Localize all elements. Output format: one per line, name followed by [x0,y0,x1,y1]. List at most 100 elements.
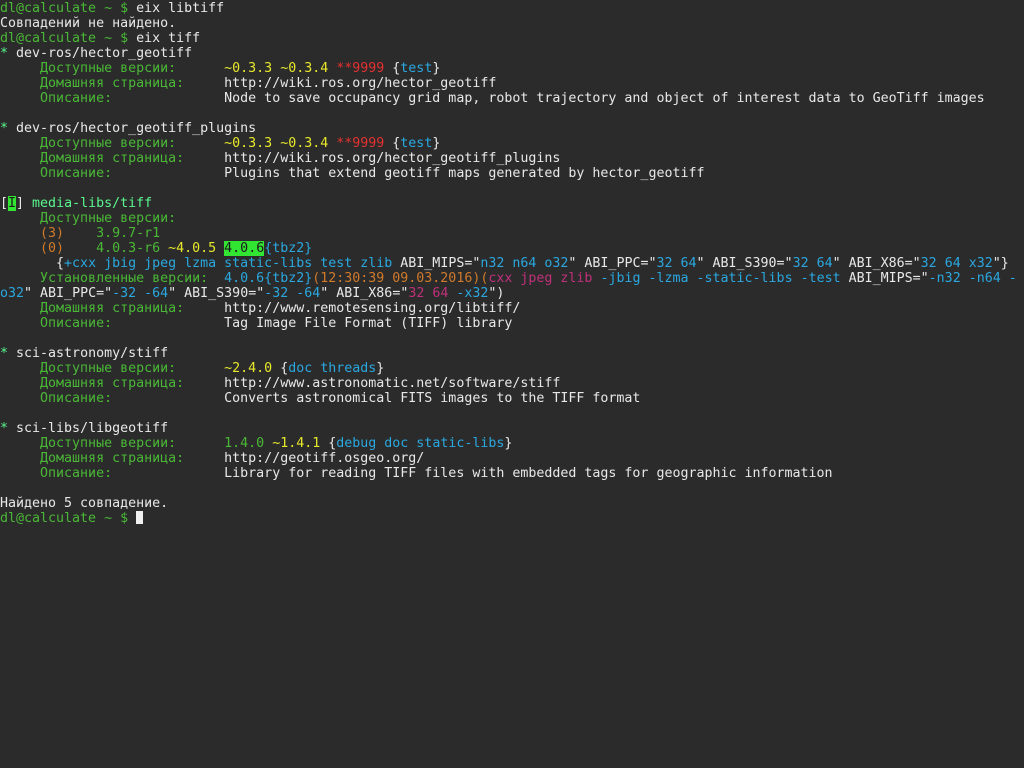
terminal-text-segment: Домашняя страница: [0,451,225,466]
terminal-text-segment: test [400,61,433,76]
terminal-text-segment: **9999 [336,136,385,151]
terminal-text-segment: Описание: [0,466,225,481]
terminal-text-segment: sci-astronomy/stiff [8,346,169,361]
terminal-text-segment: Домашняя страница: [0,376,225,391]
terminal-text-segment: Установленные версии: [0,271,225,286]
terminal-line: * dev-ros/hector_geotiff_plugins [0,121,1024,136]
terminal-line: Установленные версии: 4.0.6{tbz2}(12:30:… [0,271,1024,286]
terminal-text-segment: { [384,61,401,76]
terminal-text-segment: {tbz2} [264,241,313,256]
terminal-text-segment: ~0.3.3 ~0.3.4 [224,136,337,151]
terminal-text-segment: debug doc static-libs [336,436,505,451]
terminal-text-segment: ] [16,196,33,211]
terminal-text-segment: sci-libs/libgeotiff [8,421,169,436]
terminal-text-segment: " ABI_S390=" [696,256,793,271]
terminal-text-segment: 4.0.6{tbz2} [224,271,313,286]
terminal-text-segment: Library for reading TIFF files with embe… [224,466,833,481]
terminal-text-segment: { [0,256,65,271]
terminal-line: Описание: Tag Image File Format (TIFF) l… [0,316,1024,331]
terminal-text-segment: Описание: [0,91,225,106]
terminal-text-segment: Домашняя страница: [0,76,225,91]
terminal-text-segment: ~0.3.3 ~0.3.4 [224,61,337,76]
terminal-line: dl@calculate ~ $ eix libtiff [0,1,1024,16]
terminal-text-segment: eix tiff [136,31,201,46]
terminal-line: {+cxx jbig jpeg lzma static-libs test zl… [0,256,1024,271]
terminal-text-segment: * [0,121,9,136]
terminal-line: * sci-libs/libgeotiff [0,421,1024,436]
terminal-line: Домашняя страница: http://geotiff.osgeo.… [0,451,1024,466]
terminal-text-segment: http://www.remotesensing.org/libtiff/ [224,301,521,316]
terminal-text-segment: ") [488,286,505,301]
terminal-text-segment: " ABI_PPC=" [568,256,657,271]
terminal-line: Домашняя страница: http://wiki.ros.org/h… [0,151,1024,166]
terminal-text-segment: } [504,436,513,451]
terminal-text-segment: Совпадений не найдено. [0,16,177,31]
terminal-text-segment: 32 64 [792,256,833,271]
terminal-text-segment: dev-ros/hector_geotiff_plugins [8,121,257,136]
terminal-text-segment: dl@calculate ~ $ [0,511,137,526]
terminal-text-segment: -jbig -lzma -static-libs -test [592,271,841,286]
terminal-text-segment: Converts astronomical FITS images to the… [224,391,641,406]
terminal-text-segment: **9999 [336,61,385,76]
terminal-line: dl@calculate ~ $ eix tiff [0,31,1024,46]
terminal-text-segment: (12:30:39 09.03.2016) [312,271,481,286]
terminal-text-segment: } [432,136,441,151]
terminal-line: Доступные версии: ~0.3.3 ~0.3.4 **9999 {… [0,136,1024,151]
terminal-text-segment: (0) [0,241,97,256]
terminal-line: Доступные версии: ~0.3.3 ~0.3.4 **9999 {… [0,61,1024,76]
terminal-line: Доступные версии: [0,211,1024,226]
terminal-text-segment: "} [992,256,1009,271]
terminal-text-segment: Найдено 5 совпадение. [0,496,169,511]
terminal-text-segment: 32 64 x32 [920,256,993,271]
text-cursor [136,511,144,524]
terminal-line: o32" ABI_PPC="-32 -64" ABI_S390="-32 -64… [0,286,1024,301]
terminal-text-segment: Доступные версии: [0,136,225,151]
terminal-text-segment: 32 64 [656,256,697,271]
terminal-text-segment: 32 64 [408,286,449,301]
terminal-text-segment: " ABI_PPC=" [24,286,113,301]
terminal-text-segment: Доступные версии: [0,61,225,76]
terminal-text-segment: 4.0.3-r6 [96,241,161,256]
terminal-text-segment: -32 -64 [264,286,321,301]
terminal-line: * sci-astronomy/stiff [0,346,1024,361]
terminal-line: Доступные версии: 1.4.0 ~1.4.1 {debug do… [0,436,1024,451]
terminal-line: Домашняя страница: http://www.remotesens… [0,301,1024,316]
terminal-text-segment: Node to save occupancy grid map, robot t… [224,91,985,106]
terminal-line: Доступные версии: ~2.4.0 {doc threads} [0,361,1024,376]
terminal-text-segment: ~4.0.5 [160,241,225,256]
terminal-line: Описание: Node to save occupancy grid ma… [0,91,1024,106]
terminal-text-segment: http://www.astronomatic.net/software/sti… [224,376,561,391]
terminal-text-segment: o32 [0,286,25,301]
terminal-text-segment: Tag Image File Format (TIFF) library [224,316,513,331]
terminal-line: * dev-ros/hector_geotiff [0,46,1024,61]
terminal-text-segment: test [400,136,433,151]
terminal-text-segment: Описание: [0,316,225,331]
terminal-text-segment: [ [0,196,9,211]
terminal-text-segment: * [0,346,9,361]
terminal-text-segment: I [8,196,17,211]
terminal-text-segment: 1.4.0 [224,436,265,451]
terminal-text-segment: doc threads [288,361,377,376]
terminal-text-segment: } [432,61,441,76]
terminal-text-segment: ~2.4.0 [224,361,273,376]
terminal-line: (0) 4.0.3-r6 ~4.0.5 4.0.6{tbz2} [0,241,1024,256]
terminal-text-segment: Описание: [0,391,225,406]
terminal-line: Домашняя страница: http://www.astronomat… [0,376,1024,391]
terminal-text-segment: Домашняя страница: [0,301,225,316]
terminal-text-segment: cxx jpeg zlib [488,271,593,286]
terminal-text-segment: n32 n64 o32 [480,256,569,271]
terminal-text-segment: http://wiki.ros.org/hector_geotiff_plugi… [224,151,561,166]
terminal-text-segment: +cxx jbig jpeg lzma static-libs test zli… [64,256,393,271]
terminal-text-segment: Доступные версии: [0,436,225,451]
terminal-text-segment: Plugins that extend geotiff maps generat… [224,166,705,181]
terminal-text-segment: ABI_MIPS=" [392,256,481,271]
terminal-text-segment: eix libtiff [136,1,225,16]
terminal-text-segment: dev-ros/hector_geotiff [8,46,193,61]
terminal-text-segment: (3) [0,226,97,241]
terminal-window[interactable]: dl@calculate ~ $ eix libtiff Совпадений н… [0,0,1024,768]
terminal-text-segment: { [384,136,401,151]
terminal-text-segment: } [376,361,385,376]
